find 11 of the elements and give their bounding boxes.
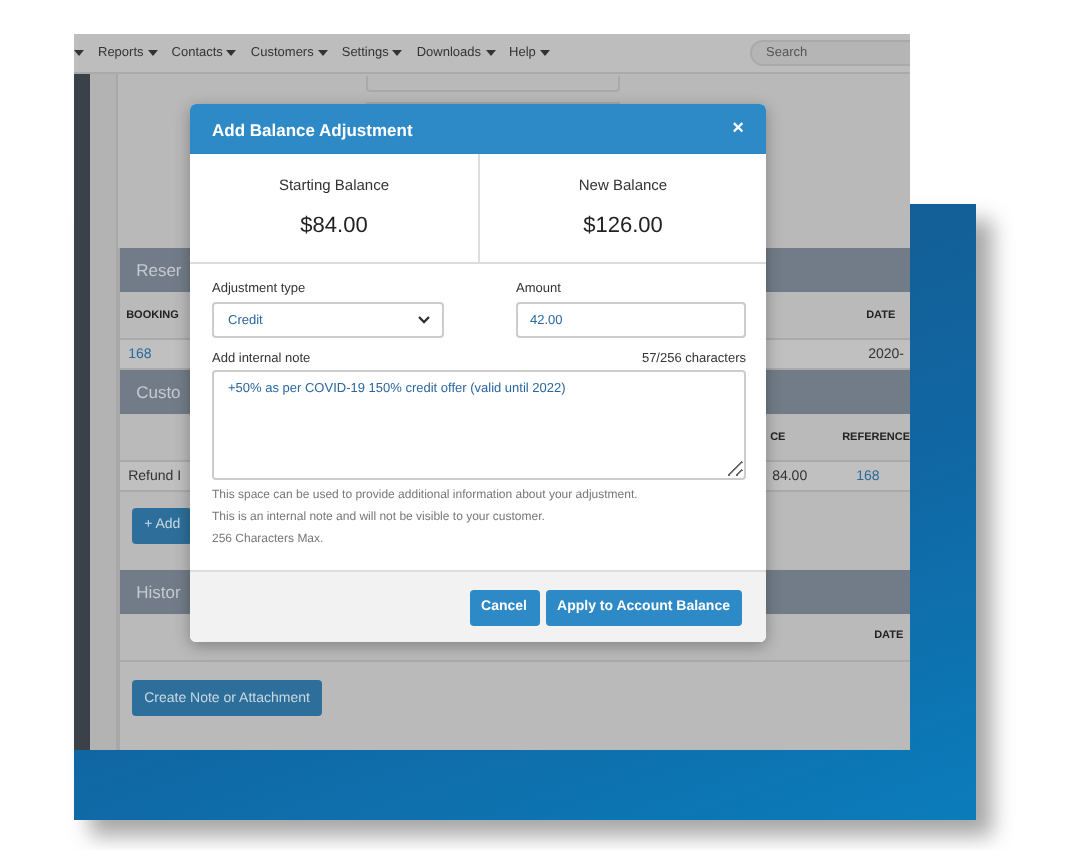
caret-icon xyxy=(147,50,158,56)
chevron-icon xyxy=(418,316,430,324)
caret-icon xyxy=(392,50,403,56)
dialog-title: Add Balance Adjustment xyxy=(212,119,413,139)
balance-amount: $84.00 xyxy=(300,214,368,238)
caret-icon xyxy=(226,50,237,56)
caret-icon xyxy=(539,50,550,56)
caret-icon xyxy=(485,50,496,56)
balance-amount: $126.00 xyxy=(583,214,663,238)
caret-icon xyxy=(317,50,328,56)
close-button[interactable]: × xyxy=(732,118,744,140)
